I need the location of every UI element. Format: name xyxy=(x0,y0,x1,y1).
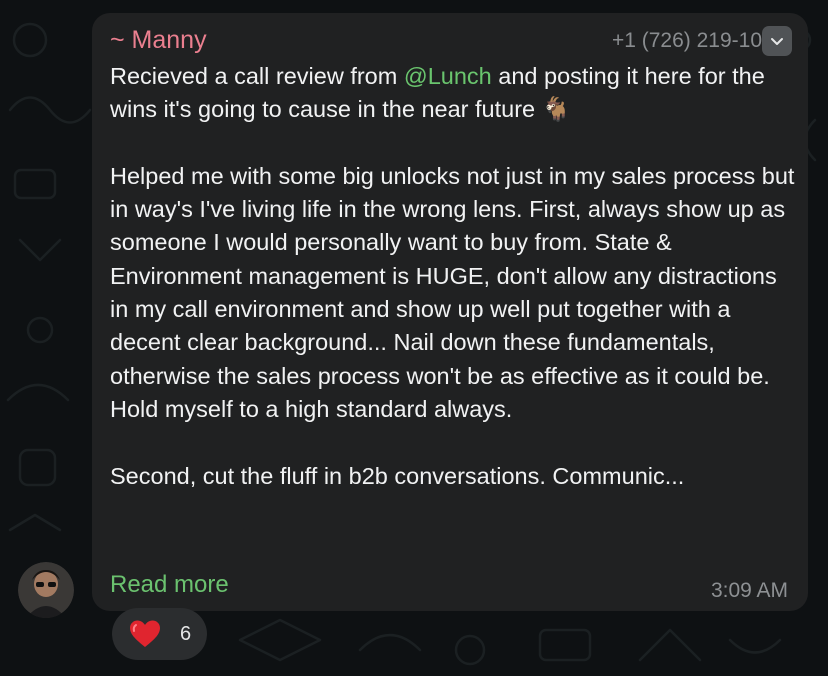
sender-avatar[interactable] xyxy=(18,562,74,618)
reaction-count: 6 xyxy=(180,622,192,645)
message-timestamp: 3:09 AM xyxy=(710,579,788,602)
sender-name[interactable]: ~ Manny xyxy=(110,25,207,55)
message-paragraph-2: Helped me with some big unlocks not just… xyxy=(110,162,795,422)
message-bubble: ~ Manny +1 (726) 219-10 Recieved a call … xyxy=(92,13,808,611)
user-mention-link[interactable]: @Lunch xyxy=(404,63,492,89)
message-text: Recieved a call review from @Lunch and p… xyxy=(110,60,798,493)
message-paragraph-3: Second, cut the fluff in b2b conversatio… xyxy=(110,462,685,489)
message-paragraph-1: Recieved a call review from @Lunch and p… xyxy=(110,60,798,127)
read-more-link[interactable]: Read more xyxy=(110,570,229,600)
reaction-chip-heart[interactable]: 6 xyxy=(112,608,207,660)
message-menu-button[interactable] xyxy=(762,26,792,56)
sender-phone: +1 (726) 219-10 xyxy=(611,29,762,52)
heart-icon xyxy=(130,620,160,647)
chevron-down-icon xyxy=(771,38,783,45)
message-paragraph-1-before: Recieved a call review from xyxy=(110,63,404,89)
